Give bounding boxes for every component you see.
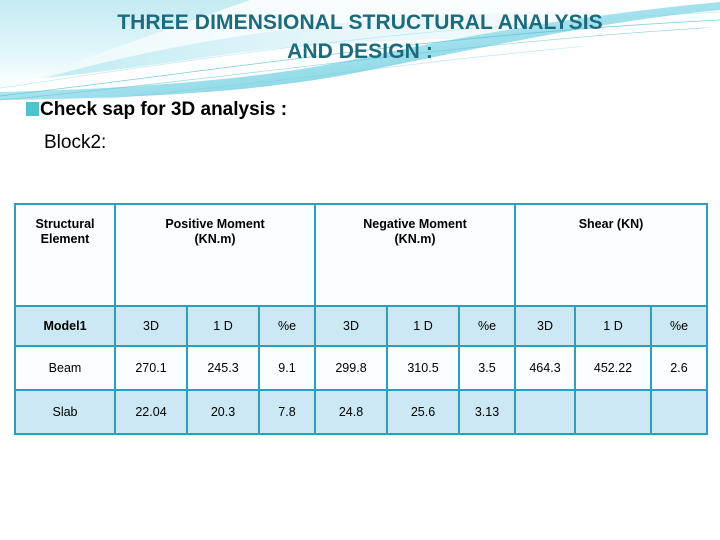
subheader-neg-3d: 3D	[314, 305, 388, 347]
subheader-shear-1d: 1 D	[574, 305, 652, 347]
header-negative-moment-line2: (KN.m)	[394, 232, 436, 246]
row-slab-neg-1d: 25.6	[386, 389, 460, 435]
row-slab-pos-3d: 22.04	[114, 389, 188, 435]
table-row: Slab 22.04 20.3 7.8 24.8 25.6 3.13	[14, 389, 708, 435]
subheader-pos-1d: 1 D	[186, 305, 260, 347]
row-beam-label: Beam	[14, 345, 116, 391]
slide-canvas: THREE DIMENSIONAL STRUCTURAL ANALYSIS AN…	[0, 0, 720, 540]
row-slab-shear-3d	[514, 389, 576, 435]
title-line-1: THREE DIMENSIONAL STRUCTURAL ANALYSIS	[117, 11, 603, 34]
row-slab-pos-1d: 20.3	[186, 389, 260, 435]
results-table: Structural Element Positive Moment (KN.m…	[14, 203, 708, 435]
row-beam-neg-pct: 3.5	[458, 345, 516, 391]
row-beam-pos-3d: 270.1	[114, 345, 188, 391]
row-beam-shear-1d: 452.22	[574, 345, 652, 391]
body-content: Check sap for 3D analysis : Block2:	[26, 96, 686, 156]
title-line-2: AND DESIGN :	[287, 40, 433, 63]
header-negative-moment: Negative Moment (KN.m)	[314, 203, 516, 307]
header-structural-element: Structural Element	[14, 203, 116, 307]
header-structural-element-line1: Structural	[35, 217, 95, 231]
row-slab-neg-3d: 24.8	[314, 389, 388, 435]
row-slab-label: Slab	[14, 389, 116, 435]
row-beam-neg-1d: 310.5	[386, 345, 460, 391]
header-positive-moment-line1: Positive Moment	[165, 217, 265, 231]
subheader-shear-3d: 3D	[514, 305, 576, 347]
header-positive-moment-line2: (KN.m)	[194, 232, 236, 246]
subheader-pos-3d: 3D	[114, 305, 188, 347]
subheader-model: Model1	[14, 305, 116, 347]
header-positive-moment: Positive Moment (KN.m)	[114, 203, 316, 307]
table-subheader-row: Model1 3D 1 D %e 3D 1 D %e 3D 1 D %e	[14, 305, 708, 347]
row-slab-pos-pct: 7.8	[258, 389, 316, 435]
row-beam-shear-3d: 464.3	[514, 345, 576, 391]
page-title: THREE DIMENSIONAL STRUCTURAL ANALYSIS AN…	[0, 8, 720, 66]
row-beam-neg-3d: 299.8	[314, 345, 388, 391]
row-beam-shear-pct: 2.6	[650, 345, 708, 391]
header-structural-element-line2: Element	[40, 232, 90, 246]
row-beam-pos-1d: 245.3	[186, 345, 260, 391]
subheader-neg-1d: 1 D	[386, 305, 460, 347]
bullet-item-label: Check sap for 3D analysis :	[40, 99, 288, 120]
subheader-neg-pct: %e	[458, 305, 516, 347]
subheader-shear-pct: %e	[650, 305, 708, 347]
row-beam-pos-pct: 9.1	[258, 345, 316, 391]
header-shear-line1: Shear (KN)	[578, 217, 644, 231]
row-slab-shear-1d	[574, 389, 652, 435]
bullet-square-icon	[26, 102, 39, 116]
header-shear: Shear (KN)	[514, 203, 708, 307]
sub-label: Block2:	[44, 132, 107, 153]
table-row: Beam 270.1 245.3 9.1 299.8 310.5 3.5 464…	[14, 345, 708, 391]
subheader-pos-pct: %e	[258, 305, 316, 347]
bullet-item: Check sap for 3D analysis :	[26, 96, 686, 123]
table-group-header-row: Structural Element Positive Moment (KN.m…	[14, 203, 708, 307]
row-slab-shear-pct	[650, 389, 708, 435]
row-slab-neg-pct: 3.13	[458, 389, 516, 435]
header-negative-moment-line1: Negative Moment	[363, 217, 467, 231]
